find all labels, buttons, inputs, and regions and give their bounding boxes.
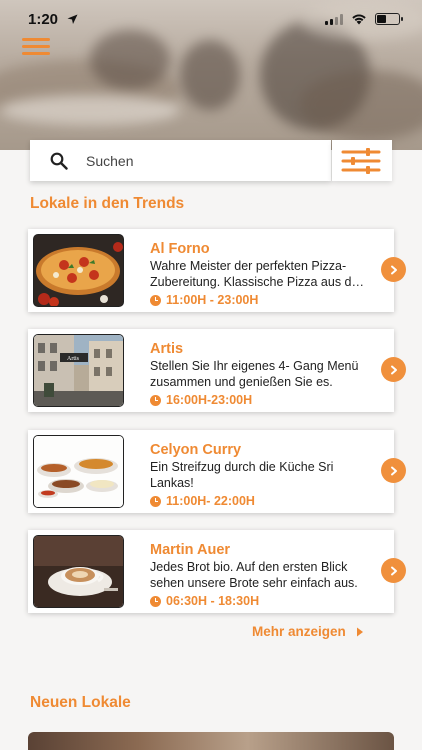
- restaurant-name: Celyon Curry: [150, 442, 242, 458]
- chevron-right-icon: [390, 466, 397, 475]
- restaurant-card-al-forno[interactable]: Al Forno Wahre Meister der perfekten Piz…: [28, 229, 406, 312]
- search-input[interactable]: [86, 152, 306, 169]
- restaurant-name: Al Forno: [150, 241, 210, 257]
- filter-button[interactable]: [332, 140, 392, 181]
- clock-icon: [150, 495, 161, 507]
- restaurant-thumbnail: [33, 234, 124, 307]
- section-title-trending: Lokale in den Trends: [30, 195, 185, 212]
- restaurant-thumbnail: [33, 535, 124, 608]
- battery-icon: [375, 13, 403, 25]
- restaurant-description: Jedes Brot bio. Auf den ersten Blick seh…: [150, 560, 358, 590]
- open-restaurant-button[interactable]: [381, 257, 406, 282]
- section-title-new: Neuen Lokale: [30, 694, 131, 711]
- opening-hours: 16:00H-23:00H: [150, 393, 252, 407]
- filter-icon: [341, 148, 381, 174]
- show-more-link[interactable]: Mehr anzeigen: [252, 624, 364, 639]
- restaurant-name: Artis: [150, 341, 184, 357]
- status-time: 1:20: [28, 11, 59, 28]
- restaurant-description: Stellen Sie Ihr eigenes 4- Gang Menü zus…: [150, 359, 359, 389]
- chevron-right-icon: [390, 365, 397, 374]
- open-restaurant-button[interactable]: [381, 558, 406, 583]
- hero-image: 1:20: [0, 0, 422, 150]
- restaurant-description: Wahre Meister der perfekten Pizza-Zubere…: [150, 259, 369, 289]
- restaurant-card-martin-auer[interactable]: Martin Auer Jedes Brot bio. Auf den erst…: [28, 530, 406, 613]
- clock-icon: [150, 394, 161, 406]
- clock-icon: [150, 294, 161, 306]
- show-more-label: Mehr anzeigen: [252, 624, 346, 639]
- restaurant-description: Ein Streifzug durch die Küche Sri Lankas…: [150, 460, 334, 490]
- search-icon: [50, 152, 68, 170]
- opening-hours: 11:00H- 22:00H: [150, 494, 255, 508]
- restaurant-card-celyon-curry[interactable]: Celyon Curry Ein Streifzug durch die Küc…: [28, 430, 406, 513]
- menu-icon: [22, 38, 50, 41]
- wifi-icon: [352, 14, 366, 25]
- status-bar: 1:20: [0, 0, 422, 40]
- open-restaurant-button[interactable]: [381, 357, 406, 382]
- clock-icon: [150, 595, 161, 607]
- restaurant-name: Martin Auer: [150, 542, 231, 558]
- chevron-right-icon: [390, 566, 397, 575]
- chevron-right-icon: [390, 265, 397, 274]
- opening-hours-text: 16:00H-23:00H: [166, 393, 253, 407]
- search-bar: [30, 140, 331, 181]
- opening-hours: 06:30H - 18:30H: [150, 594, 259, 608]
- opening-hours-text: 11:00H - 23:00H: [166, 293, 259, 307]
- open-restaurant-button[interactable]: [381, 458, 406, 483]
- new-restaurant-card-preview[interactable]: [28, 732, 394, 750]
- location-arrow-icon: [67, 14, 78, 24]
- menu-button[interactable]: [22, 38, 50, 56]
- restaurant-thumbnail: Artis: [33, 334, 124, 407]
- signal-icon: [325, 13, 343, 25]
- svg-text:Artis: Artis: [67, 356, 80, 362]
- opening-hours-text: 11:00H- 22:00H: [166, 494, 255, 508]
- opening-hours: 11:00H - 23:00H: [150, 293, 258, 307]
- caret-right-icon: [356, 627, 363, 636]
- restaurant-card-artis[interactable]: Artis Artis Stellen Sie Ihr eigenes 4- G…: [28, 329, 406, 412]
- opening-hours-text: 06:30H - 18:30H: [166, 594, 260, 608]
- restaurant-thumbnail: [33, 435, 124, 508]
